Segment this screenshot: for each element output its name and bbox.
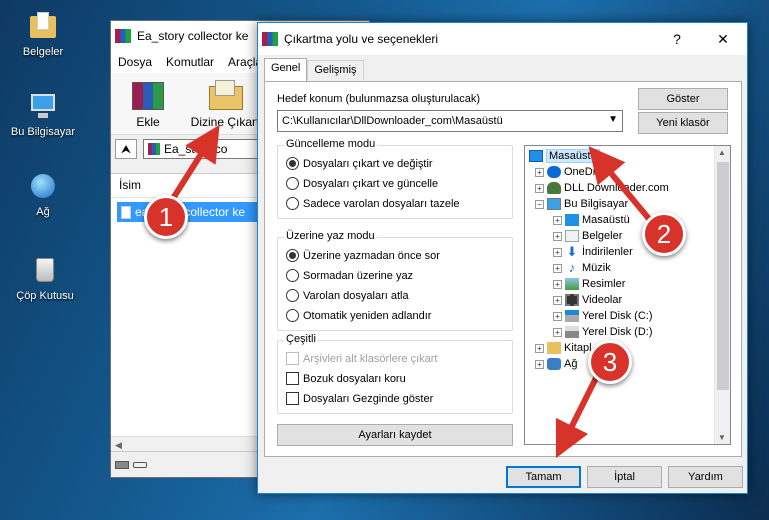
annotation-arrows — [169, 124, 653, 459]
step-marker-3: 3 — [588, 340, 632, 384]
step-marker-1: 1 — [144, 195, 188, 239]
step-marker-2: 2 — [642, 212, 686, 256]
arrow-1 — [169, 124, 220, 202]
arrow-2 — [588, 146, 653, 222]
arrow-3 — [555, 368, 603, 459]
